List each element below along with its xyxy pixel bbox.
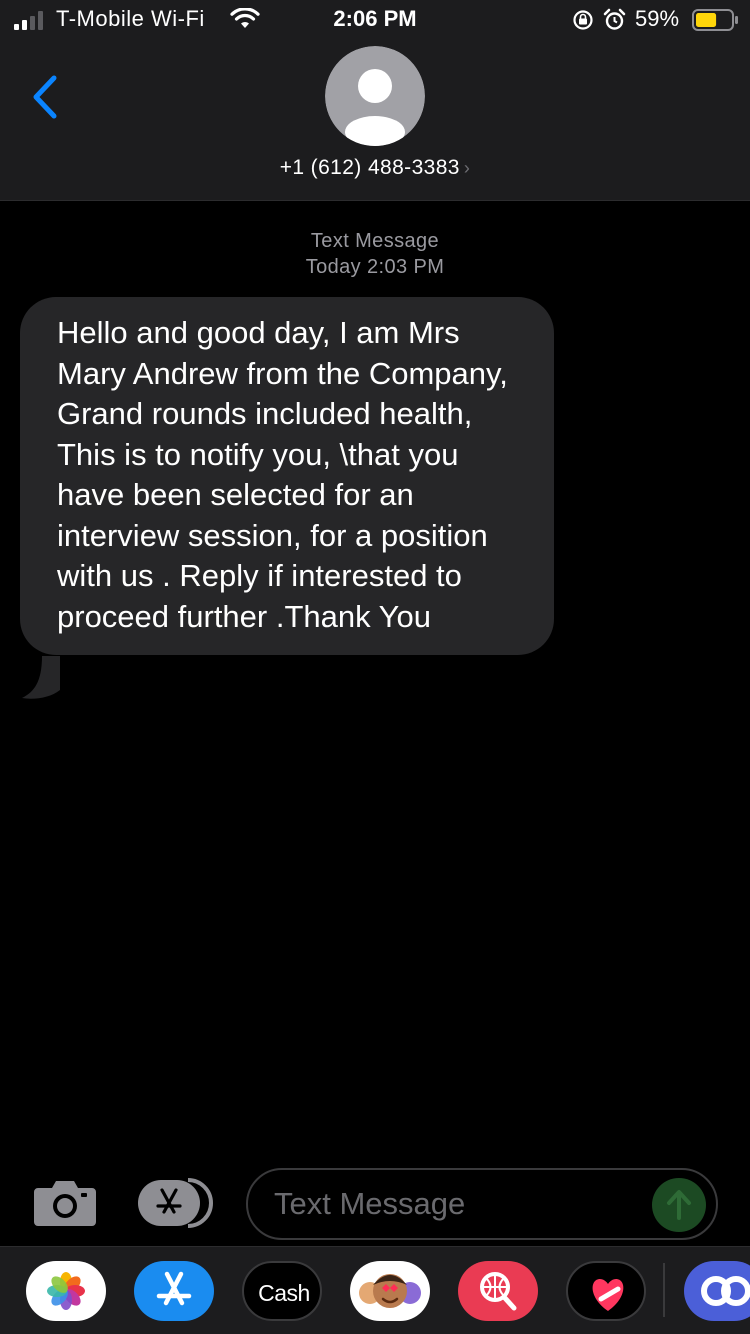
message-timestamp: Today 2:03 PM [305,256,445,278]
camera-icon[interactable] [34,1178,96,1226]
battery-icon [692,9,738,31]
alarm-icon [603,8,626,30]
web-image-search-app-icon[interactable] [458,1261,538,1321]
status-bar: T-Mobile Wi-Fi 2:06 PM 59% [0,0,750,40]
app-store-app-icon[interactable] [134,1261,214,1321]
back-chevron-icon[interactable] [28,72,68,122]
photos-app-icon[interactable] [26,1261,106,1321]
partial-app-icon[interactable] [684,1261,750,1321]
message-input-field[interactable] [246,1168,718,1240]
chevron-right-icon: › [463,158,471,178]
digital-touch-app-icon[interactable] [566,1261,646,1321]
incoming-message-bubble[interactable]: Hello and good day, I am Mrs Mary Andrew… [20,297,554,655]
rotation-lock-icon [573,10,593,30]
contact-name[interactable]: +1 (612) 488-3383 › [0,156,750,180]
cash-label: Cash [258,1280,310,1306]
drawer-divider [663,1263,665,1317]
carrier-label: T-Mobile Wi-Fi [56,6,205,31]
bubble-tail [22,656,60,699]
message-input[interactable] [274,1182,634,1226]
apple-cash-app-icon[interactable]: Cash [242,1261,322,1321]
send-arrow-icon [667,1190,691,1220]
imessage-app-drawer: Cash [0,1246,750,1334]
memoji-app-icon[interactable] [350,1261,430,1321]
signal-icon [14,11,43,30]
contact-number: +1 (612) 488-3383 [279,156,460,179]
wifi-icon [230,8,260,28]
message-bubble-container: Hello and good day, I am Mrs Mary Andrew… [20,297,554,655]
service-label: Text Message [310,230,440,252]
send-button[interactable] [652,1178,706,1232]
message-composer [0,1160,750,1246]
battery-percent: 59% [635,6,680,31]
message-meta: Text Message Today 2:03 PM [0,228,750,280]
contact-avatar-icon[interactable] [325,46,425,146]
app-store-icon[interactable] [138,1178,214,1228]
